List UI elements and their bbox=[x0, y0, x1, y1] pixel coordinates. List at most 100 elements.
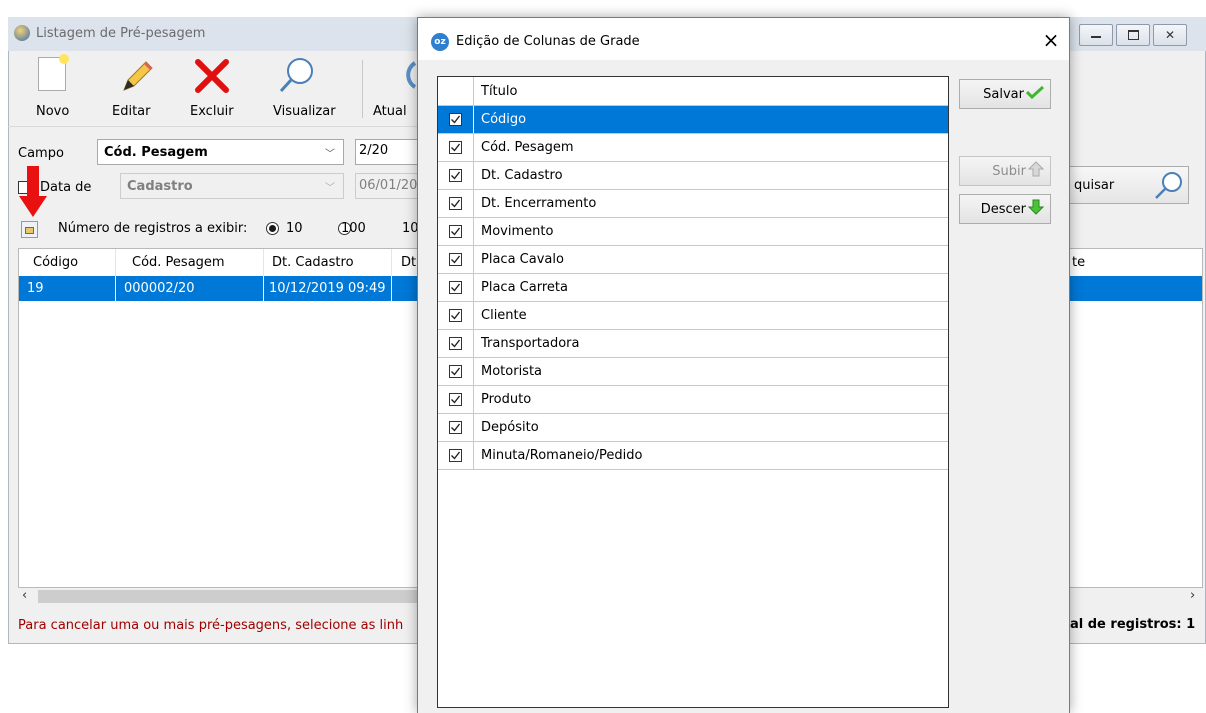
list-item-label: Placa Cavalo bbox=[481, 252, 564, 267]
list-item[interactable]: Dt. Cadastro bbox=[438, 162, 948, 190]
dialog-app-icon: oz bbox=[431, 33, 449, 51]
list-item[interactable]: Transportadora bbox=[438, 330, 948, 358]
close-window-button[interactable]: ✕ bbox=[1153, 24, 1187, 46]
column-visible-checkbox[interactable] bbox=[449, 253, 462, 266]
list-item-checkbox-cell bbox=[438, 442, 474, 469]
list-item-checkbox-cell bbox=[438, 274, 474, 301]
list-item-checkbox-cell bbox=[438, 330, 474, 357]
list-item-checkbox-cell bbox=[438, 358, 474, 385]
list-item-label: Movimento bbox=[481, 224, 554, 239]
column-visible-checkbox[interactable] bbox=[449, 449, 462, 462]
dialog-close-button[interactable]: × bbox=[1040, 28, 1062, 52]
column-visible-checkbox[interactable] bbox=[449, 197, 462, 210]
salvar-label: Salvar bbox=[983, 86, 1024, 102]
row-divider bbox=[391, 276, 392, 301]
list-item-label: Placa Carreta bbox=[481, 280, 568, 295]
arrow-down-icon bbox=[1027, 199, 1045, 219]
descer-button[interactable]: Descer bbox=[959, 194, 1051, 224]
list-header: Título bbox=[438, 77, 948, 106]
atualizar-button[interactable]: Atual bbox=[373, 104, 407, 119]
list-item[interactable]: Cód. Pesagem bbox=[438, 134, 948, 162]
columns-list[interactable]: Título Código Cód. Pesagem Dt. Cadastro Dt.… bbox=[437, 76, 949, 708]
chevron-down-icon: ﹀ bbox=[325, 183, 335, 194]
campo-value-text: 2/20 bbox=[359, 143, 389, 158]
scroll-left-icon[interactable]: ‹ bbox=[22, 588, 27, 603]
red-arrow-icon bbox=[18, 166, 48, 222]
data-de-select-value: Cadastro bbox=[127, 179, 193, 194]
list-item-checkbox-cell bbox=[438, 134, 474, 161]
dialog-title: Edição de Colunas de Grade bbox=[456, 34, 640, 49]
list-item[interactable]: Movimento bbox=[438, 218, 948, 246]
records-radio-10-label: 10 bbox=[286, 221, 303, 236]
row-divider bbox=[115, 276, 116, 301]
list-item[interactable]: Dt. Encerramento bbox=[438, 190, 948, 218]
column-visible-checkbox[interactable] bbox=[449, 141, 462, 154]
records-radio-100-label: 100 bbox=[341, 221, 366, 236]
campo-value-input[interactable]: 2/20 bbox=[355, 139, 419, 165]
chevron-down-icon: ﹀ bbox=[325, 149, 335, 160]
list-item-checkbox-cell bbox=[438, 386, 474, 413]
column-visible-checkbox[interactable] bbox=[449, 309, 462, 322]
column-editor-button[interactable] bbox=[21, 221, 38, 238]
scroll-right-icon[interactable]: › bbox=[1190, 588, 1195, 603]
grid-header-divider bbox=[391, 249, 392, 276]
minimize-icon bbox=[1091, 36, 1101, 38]
list-item[interactable]: Motorista bbox=[438, 358, 948, 386]
grid-header-cod-pesagem[interactable]: Cód. Pesagem bbox=[132, 255, 225, 270]
salvar-button[interactable]: Salvar bbox=[959, 79, 1051, 109]
list-item-label: Código bbox=[481, 112, 527, 127]
list-item-checkbox-cell bbox=[438, 414, 474, 441]
pesquisar-button[interactable]: quisar bbox=[1069, 166, 1189, 204]
list-item[interactable]: Depósito bbox=[438, 414, 948, 442]
records-label: Número de registros a exibir: bbox=[58, 221, 248, 236]
grid-header-dt-cadastro[interactable]: Dt. Cadastro bbox=[272, 255, 354, 270]
list-item-label: Motorista bbox=[481, 364, 543, 379]
grid-header-divider bbox=[115, 249, 116, 276]
column-visible-checkbox[interactable] bbox=[449, 281, 462, 294]
list-item[interactable]: Cliente bbox=[438, 302, 948, 330]
list-item-checkbox-cell bbox=[438, 246, 474, 273]
descer-label: Descer bbox=[980, 201, 1026, 217]
data-date-input[interactable]: 06/01/202 bbox=[355, 173, 426, 199]
column-visible-checkbox[interactable] bbox=[449, 393, 462, 406]
toolbar-separator bbox=[8, 126, 418, 127]
list-item-label: Transportadora bbox=[481, 336, 580, 351]
app-icon bbox=[14, 25, 30, 41]
list-item-label: Minuta/Romaneio/Pedido bbox=[481, 448, 643, 463]
subir-button[interactable]: Subir bbox=[959, 156, 1051, 186]
novo-button[interactable]: Novo bbox=[36, 104, 69, 119]
records-radio-10[interactable] bbox=[266, 222, 279, 235]
list-item[interactable]: Minuta/Romaneio/Pedido bbox=[438, 442, 948, 470]
visualizar-button[interactable]: Visualizar bbox=[273, 104, 336, 119]
check-icon bbox=[1025, 85, 1045, 103]
column-visible-checkbox[interactable] bbox=[449, 113, 462, 126]
list-item-label: Produto bbox=[481, 392, 532, 407]
minimize-button[interactable] bbox=[1079, 24, 1113, 46]
list-item-checkbox-cell bbox=[438, 162, 474, 189]
data-de-select[interactable]: Cadastro ﹀ bbox=[120, 173, 344, 199]
column-visible-checkbox[interactable] bbox=[449, 169, 462, 182]
column-visible-checkbox[interactable] bbox=[449, 337, 462, 350]
grid-icon bbox=[25, 227, 34, 234]
campo-select[interactable]: Cód. Pesagem ﹀ bbox=[97, 139, 344, 165]
list-item[interactable]: Código bbox=[438, 106, 948, 134]
maximize-button[interactable] bbox=[1116, 24, 1150, 46]
list-item[interactable]: Produto bbox=[438, 386, 948, 414]
grid-header-cliente[interactable]: te bbox=[1072, 255, 1085, 270]
column-visible-checkbox[interactable] bbox=[449, 421, 462, 434]
excluir-button[interactable]: Excluir bbox=[190, 104, 234, 119]
list-item[interactable]: Placa Carreta bbox=[438, 274, 948, 302]
grid-header-codigo[interactable]: Código bbox=[33, 255, 78, 270]
scrollbar-thumb[interactable] bbox=[38, 590, 418, 603]
editar-button[interactable]: Editar bbox=[112, 104, 151, 119]
delete-x-icon bbox=[194, 58, 230, 98]
row-dt-cadastro: 10/12/2019 09:49 bbox=[269, 281, 386, 296]
list-item[interactable]: Placa Cavalo bbox=[438, 246, 948, 274]
column-visible-checkbox[interactable] bbox=[449, 365, 462, 378]
subir-label: Subir bbox=[992, 163, 1026, 179]
list-item-checkbox-cell bbox=[438, 106, 474, 133]
search-icon bbox=[1152, 170, 1184, 206]
list-item-checkbox-cell bbox=[438, 218, 474, 245]
row-divider bbox=[263, 276, 264, 301]
column-visible-checkbox[interactable] bbox=[449, 225, 462, 238]
